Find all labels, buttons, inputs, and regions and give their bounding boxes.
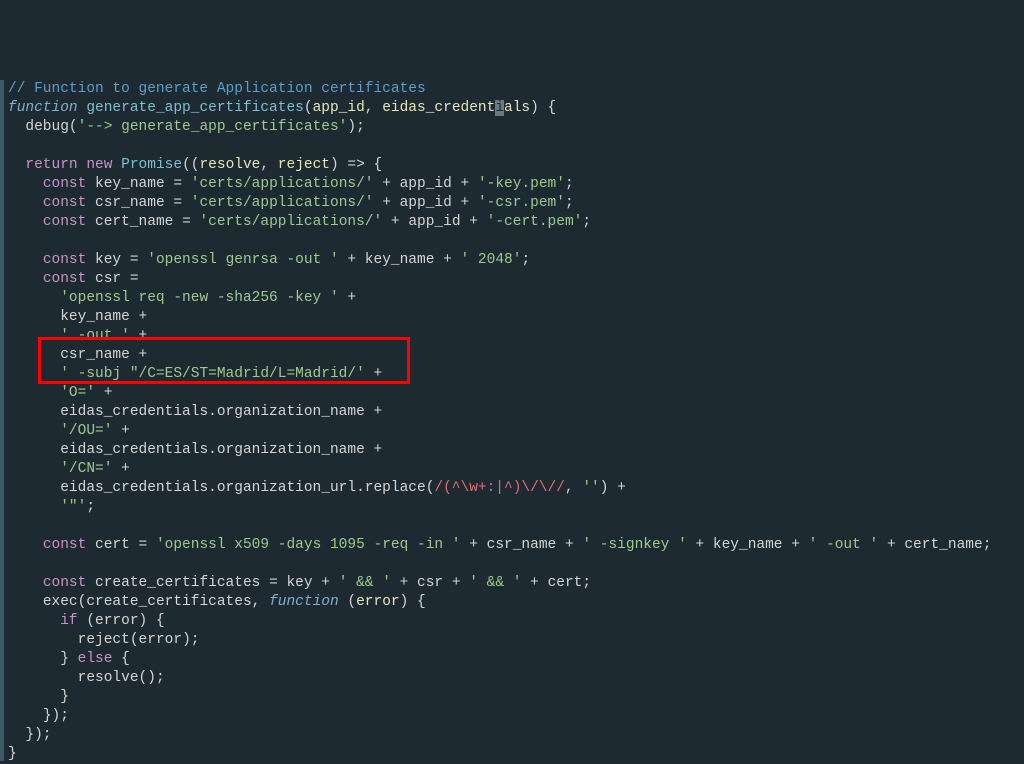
keyword-function: function [8,100,78,116]
comment: // Function to generate Application cert… [8,81,426,97]
cursor: i [495,100,504,116]
function-name: generate_app_certificates [86,100,304,116]
code-block: // Function to generate Application cert… [4,80,991,764]
highlighted-line: eidas_credentials.organization_name [60,404,365,420]
